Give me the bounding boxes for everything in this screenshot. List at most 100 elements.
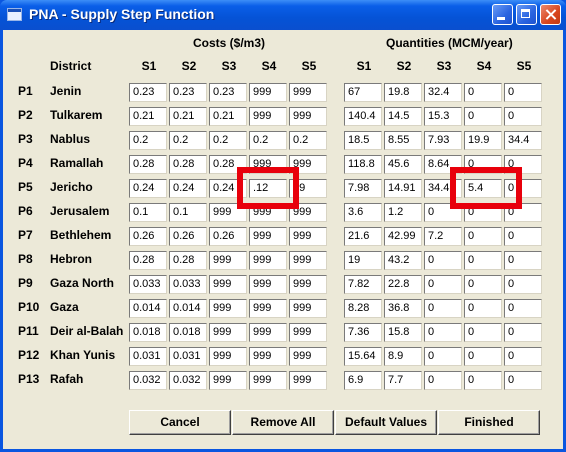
quantity-input-p1-s2[interactable]: 19.8 [384,83,422,102]
quantity-input-p1-s3[interactable]: 32.4 [424,83,462,102]
cost-input-p10-s4[interactable]: 999 [249,299,287,318]
quantity-input-p4-s1[interactable]: 118.8 [344,155,382,174]
quantity-input-p12-s4[interactable]: 0 [464,347,502,366]
cost-input-p10-s3[interactable]: 999 [209,299,247,318]
cost-input-p10-s1[interactable]: 0.014 [129,299,167,318]
cost-input-p11-s4[interactable]: 999 [249,323,287,342]
cost-input-p12-s3[interactable]: 999 [209,347,247,366]
quantity-input-p7-s4[interactable]: 0 [464,227,502,246]
cost-input-p7-s5[interactable]: 999 [289,227,327,246]
quantity-input-p11-s4[interactable]: 0 [464,323,502,342]
quantity-input-p11-s2[interactable]: 15.8 [384,323,422,342]
remove-all-button[interactable]: Remove All [232,410,334,435]
quantity-input-p9-s5[interactable]: 0 [504,275,542,294]
quantity-input-p10-s1[interactable]: 8.28 [344,299,382,318]
quantity-input-p2-s3[interactable]: 15.3 [424,107,462,126]
quantity-input-p12-s3[interactable]: 0 [424,347,462,366]
quantity-input-p11-s5[interactable]: 0 [504,323,542,342]
quantity-input-p3-s4[interactable]: 19.9 [464,131,502,150]
quantity-input-p3-s3[interactable]: 7.93 [424,131,462,150]
quantity-input-p8-s5[interactable]: 0 [504,251,542,270]
maximize-icon[interactable] [516,4,537,25]
cost-input-p11-s1[interactable]: 0.018 [129,323,167,342]
cost-input-p9-s3[interactable]: 999 [209,275,247,294]
cost-input-p3-s5[interactable]: 0.2 [289,131,327,150]
quantity-input-p5-s1[interactable]: 7.98 [344,179,382,198]
cost-input-p7-s1[interactable]: 0.26 [129,227,167,246]
cost-input-p10-s5[interactable]: 999 [289,299,327,318]
cost-input-p11-s5[interactable]: 999 [289,323,327,342]
cost-input-p9-s5[interactable]: 999 [289,275,327,294]
cost-input-p6-s1[interactable]: 0.1 [129,203,167,222]
quantity-input-p11-s1[interactable]: 7.36 [344,323,382,342]
cost-input-p7-s4[interactable]: 999 [249,227,287,246]
cost-input-p2-s1[interactable]: 0.21 [129,107,167,126]
quantity-input-p9-s3[interactable]: 0 [424,275,462,294]
quantity-input-p7-s3[interactable]: 7.2 [424,227,462,246]
quantity-input-p6-s2[interactable]: 1.2 [384,203,422,222]
quantity-input-p9-s1[interactable]: 7.82 [344,275,382,294]
cost-input-p3-s2[interactable]: 0.2 [169,131,207,150]
quantity-input-p13-s3[interactable]: 0 [424,371,462,390]
cost-input-p1-s4[interactable]: 999 [249,83,287,102]
quantity-input-p12-s2[interactable]: 8.9 [384,347,422,366]
quantity-input-p9-s4[interactable]: 0 [464,275,502,294]
cost-input-p12-s5[interactable]: 999 [289,347,327,366]
cost-input-p12-s2[interactable]: 0.031 [169,347,207,366]
quantity-input-p6-s1[interactable]: 3.6 [344,203,382,222]
quantity-input-p1-s1[interactable]: 67 [344,83,382,102]
quantity-input-p10-s3[interactable]: 0 [424,299,462,318]
quantity-input-p1-s4[interactable]: 0 [464,83,502,102]
quantity-input-p13-s1[interactable]: 6.9 [344,371,382,390]
quantity-input-p11-s3[interactable]: 0 [424,323,462,342]
quantity-input-p12-s5[interactable]: 0 [504,347,542,366]
cost-input-p2-s2[interactable]: 0.21 [169,107,207,126]
cost-input-p3-s1[interactable]: 0.2 [129,131,167,150]
cost-input-p9-s1[interactable]: 0.033 [129,275,167,294]
cost-input-p10-s2[interactable]: 0.014 [169,299,207,318]
cost-input-p4-s1[interactable]: 0.28 [129,155,167,174]
cost-input-p13-s4[interactable]: 999 [249,371,287,390]
cost-input-p11-s2[interactable]: 0.018 [169,323,207,342]
quantity-input-p2-s2[interactable]: 14.5 [384,107,422,126]
cost-input-p7-s3[interactable]: 0.26 [209,227,247,246]
cost-input-p4-s2[interactable]: 0.28 [169,155,207,174]
quantity-input-p3-s1[interactable]: 18.5 [344,131,382,150]
quantity-input-p13-s5[interactable]: 0 [504,371,542,390]
cost-input-p12-s4[interactable]: 999 [249,347,287,366]
cost-input-p1-s1[interactable]: 0.23 [129,83,167,102]
cost-input-p3-s4[interactable]: 0.2 [249,131,287,150]
cost-input-p8-s4[interactable]: 999 [249,251,287,270]
quantity-input-p10-s2[interactable]: 36.8 [384,299,422,318]
quantity-input-p8-s4[interactable]: 0 [464,251,502,270]
quantity-input-p9-s2[interactable]: 22.8 [384,275,422,294]
quantity-input-p13-s4[interactable]: 0 [464,371,502,390]
cost-input-p5-s2[interactable]: 0.24 [169,179,207,198]
cost-input-p9-s4[interactable]: 999 [249,275,287,294]
cost-input-p2-s4[interactable]: 999 [249,107,287,126]
quantity-input-p10-s5[interactable]: 0 [504,299,542,318]
cost-input-p8-s5[interactable]: 999 [289,251,327,270]
cost-input-p11-s3[interactable]: 999 [209,323,247,342]
cost-input-p2-s3[interactable]: 0.21 [209,107,247,126]
quantity-input-p8-s3[interactable]: 0 [424,251,462,270]
quantity-input-p3-s2[interactable]: 8.55 [384,131,422,150]
cost-input-p13-s5[interactable]: 999 [289,371,327,390]
cost-input-p1-s5[interactable]: 999 [289,83,327,102]
cost-input-p8-s3[interactable]: 999 [209,251,247,270]
cost-input-p12-s1[interactable]: 0.031 [129,347,167,366]
minimize-icon[interactable] [492,4,513,25]
quantity-input-p10-s4[interactable]: 0 [464,299,502,318]
default-values-button[interactable]: Default Values [335,410,437,435]
cancel-button[interactable]: Cancel [129,410,231,435]
quantity-input-p5-s2[interactable]: 14.91 [384,179,422,198]
finished-button[interactable]: Finished [438,410,540,435]
quantity-input-p8-s1[interactable]: 19 [344,251,382,270]
cost-input-p2-s5[interactable]: 999 [289,107,327,126]
cost-input-p7-s2[interactable]: 0.26 [169,227,207,246]
quantity-input-p2-s4[interactable]: 0 [464,107,502,126]
cost-input-p1-s2[interactable]: 0.23 [169,83,207,102]
cost-input-p3-s3[interactable]: 0.2 [209,131,247,150]
quantity-input-p1-s5[interactable]: 0 [504,83,542,102]
cost-input-p13-s3[interactable]: 999 [209,371,247,390]
